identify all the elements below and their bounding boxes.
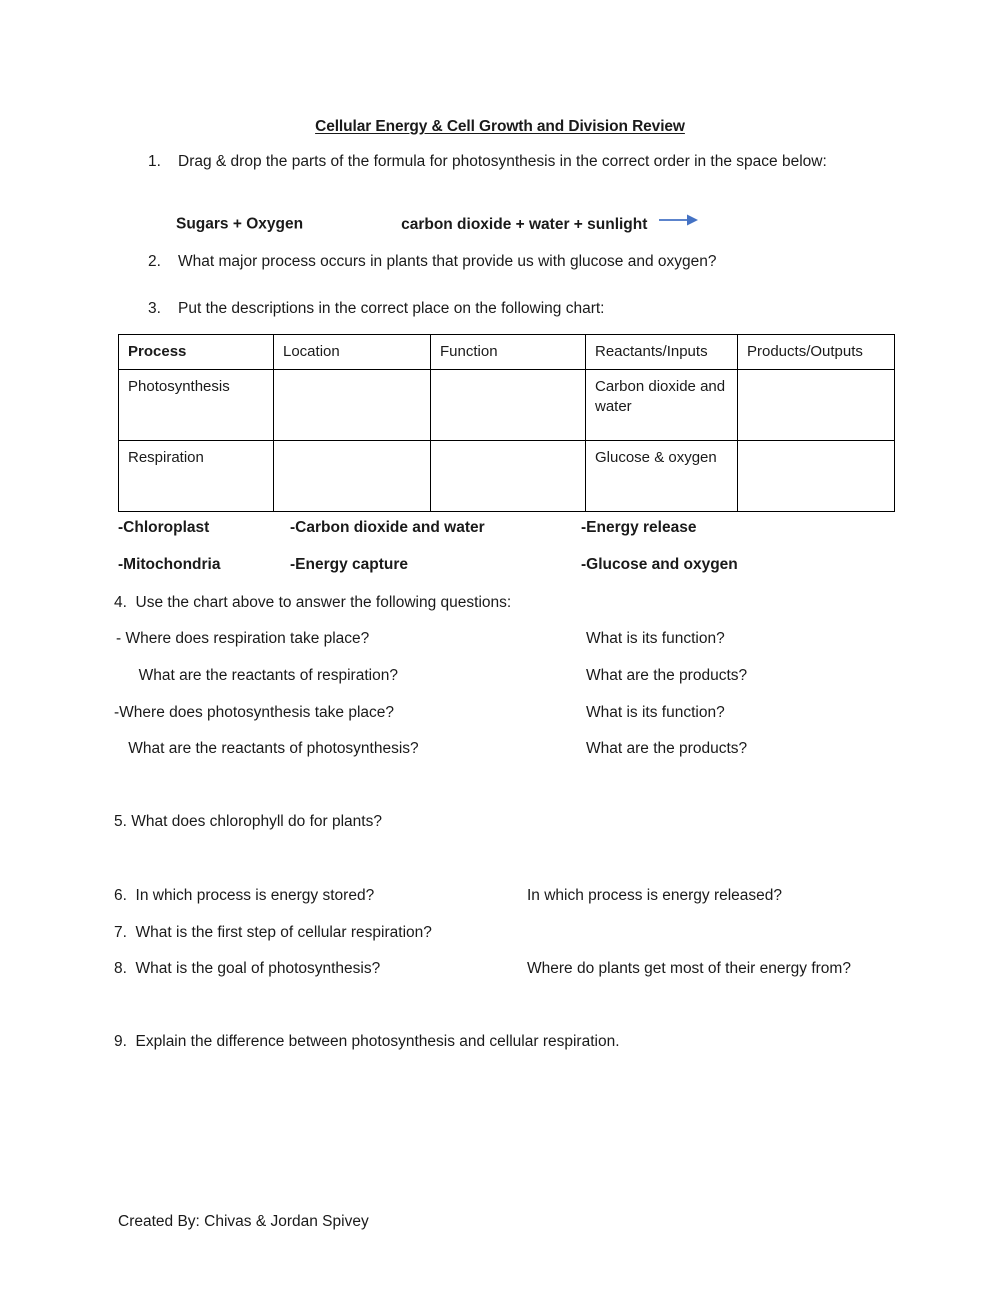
table-header-products: Products/Outputs xyxy=(737,334,895,370)
word-bank-item-chloroplast[interactable]: -Chloroplast xyxy=(118,519,209,537)
photosynthesis-formula: Sugars + Oxygen carbon dioxide + water + … xyxy=(176,213,699,234)
item-1-number: 1. xyxy=(148,153,161,170)
word-bank-item-glucose-and-oxygen[interactable]: -Glucose and oxygen xyxy=(581,556,738,574)
sub-question-respiration-location: - Where does respiration take place? xyxy=(116,630,370,647)
question-7: 7. What is the first step of cellular re… xyxy=(114,924,432,941)
sub-question-photosynthesis-products: What are the products? xyxy=(586,740,748,757)
worksheet-page: Cellular Energy & Cell Growth and Divisi… xyxy=(0,0,1000,1291)
right-arrow-icon xyxy=(659,213,699,232)
item-3-number: 3. xyxy=(148,300,161,317)
page-title: Cellular Energy & Cell Growth and Divisi… xyxy=(0,118,1000,136)
cell-process-respiration: Respiration xyxy=(118,440,274,512)
formula-part-reactants[interactable]: carbon dioxide + water + sunlight xyxy=(401,216,647,233)
cell-function-photosynthesis[interactable] xyxy=(430,369,586,441)
word-bank-item-mitochondria[interactable]: -Mitochondria xyxy=(118,556,220,574)
item-3-text: Put the descriptions in the correct plac… xyxy=(178,300,605,317)
cell-function-respiration[interactable] xyxy=(430,440,586,512)
table-header-row: Process Location Function Reactants/Inpu… xyxy=(118,334,895,370)
process-comparison-table: Process Location Function Reactants/Inpu… xyxy=(118,334,895,512)
cell-location-photosynthesis[interactable] xyxy=(273,369,431,441)
table-header-reactants: Reactants/Inputs xyxy=(585,334,738,370)
sub-question-respiration-products: What are the products? xyxy=(586,667,748,684)
item-2-number: 2. xyxy=(148,253,161,270)
table-row: Respiration Glucose & oxygen xyxy=(118,440,895,512)
question-8-left: 8. What is the goal of photosynthesis? xyxy=(114,960,381,977)
table-header-process: Process xyxy=(118,334,274,370)
footer-credit: Created By: Chivas & Jordan Spivey xyxy=(118,1213,369,1230)
cell-location-respiration[interactable] xyxy=(273,440,431,512)
numbered-item-1: 1. Drag & drop the parts of the formula … xyxy=(148,152,908,172)
table-header-function: Function xyxy=(430,334,586,370)
word-bank-item-carbon-dioxide-and-water[interactable]: -Carbon dioxide and water xyxy=(290,519,485,537)
page-title-text: Cellular Energy & Cell Growth and Divisi… xyxy=(315,118,685,135)
cell-process-photosynthesis: Photosynthesis xyxy=(118,369,274,441)
sub-question-photosynthesis-function: What is its function? xyxy=(586,704,725,721)
question-8-right: Where do plants get most of their energy… xyxy=(527,960,851,977)
item-2-text: What major process occurs in plants that… xyxy=(178,253,717,270)
sub-question-photosynthesis-location: -Where does photosynthesis take place? xyxy=(114,704,395,721)
numbered-item-3: 3. Put the descriptions in the correct p… xyxy=(148,299,908,319)
item-1-text: Drag & drop the parts of the formula for… xyxy=(178,153,827,170)
question-9: 9. Explain the difference between photos… xyxy=(114,1033,620,1050)
cell-reactants-respiration: Glucose & oxygen xyxy=(585,440,738,512)
sub-question-respiration-function: What is its function? xyxy=(586,630,725,647)
table-row: Photosynthesis Carbon dioxide and water xyxy=(118,369,895,441)
word-bank-item-energy-capture[interactable]: -Energy capture xyxy=(290,556,408,574)
question-5: 5. What does chlorophyll do for plants? xyxy=(114,813,382,830)
cell-reactants-photosynthesis: Carbon dioxide and water xyxy=(585,369,738,441)
formula-part-sugars-oxygen[interactable]: Sugars + Oxygen xyxy=(176,216,303,233)
numbered-item-2: 2. What major process occurs in plants t… xyxy=(148,252,908,272)
sub-question-respiration-reactants: What are the reactants of respiration? xyxy=(130,667,398,684)
sub-question-photosynthesis-reactants: What are the reactants of photosynthesis… xyxy=(124,740,419,757)
cell-products-photosynthesis[interactable] xyxy=(737,369,895,441)
cell-products-respiration[interactable] xyxy=(737,440,895,512)
question-6-right: In which process is energy released? xyxy=(527,887,783,904)
table-header-location: Location xyxy=(273,334,431,370)
question-4-heading: 4. Use the chart above to answer the fol… xyxy=(114,594,512,611)
question-6-left: 6. In which process is energy stored? xyxy=(114,887,375,904)
word-bank-item-energy-release[interactable]: -Energy release xyxy=(581,519,696,537)
